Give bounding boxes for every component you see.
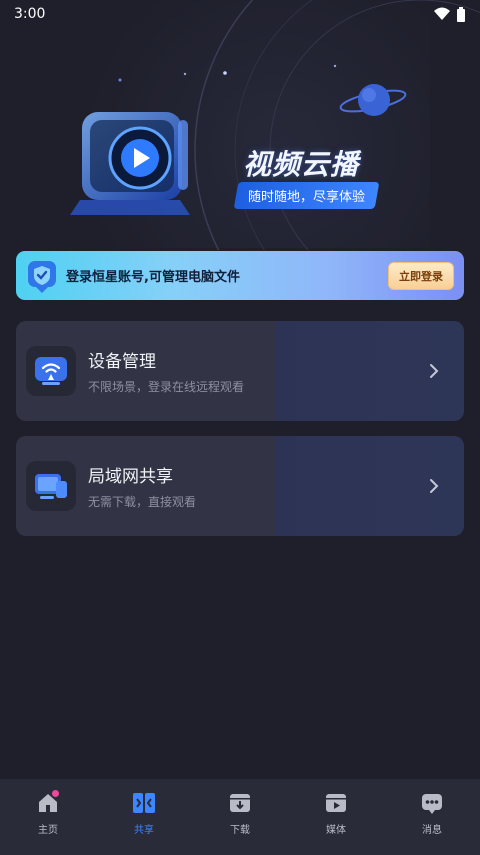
hero-subtitle: 随时随地，尽享体验 bbox=[233, 182, 380, 209]
chevron-right-icon bbox=[430, 479, 439, 493]
notification-badge bbox=[52, 790, 59, 797]
tab-label: 共享 bbox=[134, 825, 154, 836]
tab-share[interactable]: 共享 bbox=[96, 779, 192, 855]
hero-subtitle-text: 随时随地，尽享体验 bbox=[248, 190, 366, 205]
download-icon bbox=[230, 794, 250, 812]
tab-messages[interactable]: 消息 bbox=[384, 779, 480, 855]
status-bar: 3:00 bbox=[0, 0, 480, 28]
card-description: 不限场景，登录在线远程观看 bbox=[88, 380, 245, 394]
tab-download[interactable]: 下载 bbox=[192, 779, 288, 855]
card-description: 无需下载，直接观看 bbox=[88, 495, 197, 509]
tab-label: 消息 bbox=[422, 825, 442, 836]
tab-label: 下载 bbox=[230, 825, 250, 836]
monitor-share-icon bbox=[35, 474, 67, 499]
card-title: 设备管理 bbox=[88, 352, 156, 372]
tab-media[interactable]: 媒体 bbox=[288, 779, 384, 855]
card-icon-container bbox=[26, 346, 76, 396]
media-icon bbox=[326, 794, 346, 812]
bottom-tab-bar: 主页 共享 下载 媒体 消息 bbox=[0, 779, 480, 855]
tab-label: 媒体 bbox=[326, 825, 346, 836]
login-banner-text: 登录恒星账号,可管理电脑文件 bbox=[66, 270, 240, 285]
message-icon bbox=[422, 794, 442, 814]
wifi-signal-icon bbox=[434, 7, 450, 20]
card-icon-container bbox=[26, 461, 76, 511]
video-player-illustration bbox=[70, 112, 190, 215]
hero-banner: 视频云播 随时随地，尽享体验 bbox=[0, 0, 480, 250]
hero-title: 视频云播 bbox=[243, 148, 360, 181]
tab-label: 主页 bbox=[38, 825, 58, 836]
tab-home[interactable]: 主页 bbox=[0, 779, 96, 855]
lan-share-card[interactable]: 局域网共享 无需下载，直接观看 bbox=[16, 436, 464, 536]
device-management-card[interactable]: 设备管理 不限场景，登录在线远程观看 bbox=[16, 321, 464, 421]
status-time: 3:00 bbox=[14, 6, 46, 22]
card-title: 局域网共享 bbox=[88, 467, 173, 487]
battery-icon bbox=[457, 6, 465, 22]
planet-icon bbox=[339, 84, 407, 116]
login-now-button[interactable]: 立即登录 bbox=[388, 261, 454, 290]
shield-check-icon bbox=[28, 260, 56, 293]
share-icon bbox=[133, 793, 155, 813]
wifi-device-icon bbox=[35, 357, 67, 385]
login-banner[interactable]: 登录恒星账号,可管理电脑文件 立即登录 bbox=[16, 251, 464, 300]
chevron-right-icon bbox=[430, 364, 439, 378]
